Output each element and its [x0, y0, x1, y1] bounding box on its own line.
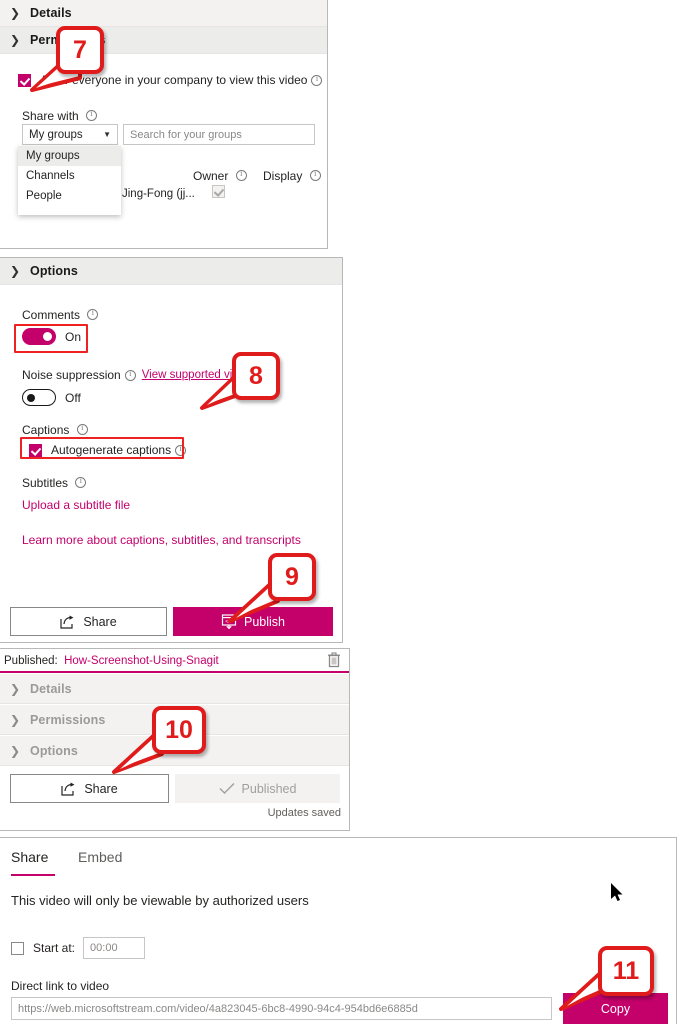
share-with-dropdown-menu[interactable]: My groups Channels People	[18, 146, 121, 215]
start-at-input[interactable]: 00:00	[83, 937, 146, 959]
chevron-right-icon: ❯	[10, 743, 21, 758]
chevron-right-icon: ❯	[10, 6, 21, 20]
info-icon[interactable]	[235, 169, 247, 181]
tab-share[interactable]: Share	[11, 849, 55, 876]
info-icon[interactable]	[124, 369, 136, 381]
search-groups-input[interactable]: Search for your groups	[123, 124, 315, 145]
published-share-button[interactable]: Share	[10, 774, 169, 803]
info-icon[interactable]	[311, 74, 323, 86]
callout-10: 10	[152, 706, 206, 754]
chevron-right-icon: ❯	[10, 712, 21, 727]
callout-7-number: 7	[73, 35, 87, 64]
callout-9-number: 9	[285, 562, 299, 591]
comments-toggle-highlight	[14, 324, 88, 353]
table-row-name: Jing-Fong (jj...	[122, 188, 195, 200]
info-icon[interactable]	[309, 169, 321, 181]
learn-more-link[interactable]: Learn more about captions, subtitles, an…	[22, 533, 301, 547]
captions-label-row: Captions	[22, 423, 88, 437]
callout-7: 7	[56, 26, 104, 74]
share-button-label: Share	[84, 781, 118, 796]
subtitles-label-row: Subtitles	[22, 476, 87, 490]
info-icon[interactable]	[87, 308, 99, 320]
share-notice: This video will only be viewable by auth…	[11, 893, 309, 908]
info-icon[interactable]	[75, 476, 87, 488]
options-section-header[interactable]: ❯ Options	[0, 258, 342, 285]
share-with-dropdown-value: My groups	[29, 128, 83, 141]
published-accent-bar	[0, 671, 349, 673]
updates-saved-status: Updates saved	[267, 807, 341, 819]
callout-9: 9	[268, 553, 316, 601]
permissions-panel: ❯ Details ❯ Permissions Allow everyone i…	[0, 0, 328, 249]
noise-state: Off	[65, 390, 81, 405]
chevron-down-icon: ❯	[10, 33, 21, 47]
share-button-label: Share	[83, 614, 117, 629]
options-label: Options	[30, 743, 78, 758]
noise-suppression-label: Noise suppression	[22, 368, 121, 382]
callout-8-number: 8	[249, 361, 263, 390]
mouse-cursor	[611, 883, 623, 901]
start-at-checkbox[interactable]	[11, 941, 24, 955]
delete-icon[interactable]	[327, 652, 341, 668]
dropdown-option-my-groups[interactable]: My groups	[18, 146, 121, 166]
share-icon	[60, 615, 74, 629]
start-at-label: Start at:	[33, 941, 76, 955]
details-section-header[interactable]: ❯ Details	[0, 0, 327, 27]
captions-highlight	[20, 437, 184, 459]
table-row	[212, 185, 225, 199]
subtitles-label: Subtitles	[22, 476, 69, 490]
check-icon	[219, 783, 235, 794]
options-label: Options	[30, 264, 78, 278]
display-column-header: Display	[263, 169, 321, 183]
chevron-right-icon: ❯	[10, 681, 21, 696]
share-icon	[61, 782, 75, 796]
display-label: Display	[263, 169, 303, 183]
share-button[interactable]: Share	[10, 607, 167, 636]
tab-active-underline	[11, 874, 55, 876]
published-details-header[interactable]: ❯ Details	[0, 674, 349, 704]
captions-label: Captions	[22, 423, 70, 437]
direct-link-label: Direct link to video	[11, 979, 110, 993]
tab-share-label: Share	[11, 849, 49, 865]
comments-label: Comments	[22, 308, 81, 322]
comments-label-row: Comments	[22, 308, 99, 322]
owner-column-header: Owner	[193, 169, 247, 183]
upload-subtitle-link[interactable]: Upload a subtitle file	[22, 498, 130, 512]
info-icon[interactable]	[76, 423, 88, 435]
callout-11: 11	[598, 946, 654, 996]
callout-10-number: 10	[165, 715, 193, 744]
published-state-button: Published	[175, 774, 340, 803]
share-with-row: Share with	[22, 109, 98, 123]
share-with-dropdown[interactable]: My groups ▼	[22, 124, 118, 145]
noise-toggle-row[interactable]: Off	[22, 389, 81, 406]
direct-link-input[interactable]: https://web.microsoftstream.com/video/4a…	[11, 997, 552, 1020]
owner-checkbox	[212, 185, 225, 198]
published-prefix: Published:	[4, 655, 58, 667]
callout-11-number: 11	[612, 956, 640, 985]
chevron-down-icon: ▼	[103, 130, 111, 139]
noise-suppression-toggle[interactable]	[22, 389, 56, 406]
details-label: Details	[30, 6, 72, 20]
published-title-bar: Published: How-Screenshot-Using-Snagit	[0, 649, 349, 671]
published-video-name: How-Screenshot-Using-Snagit	[64, 655, 219, 667]
details-label: Details	[30, 681, 72, 696]
dropdown-option-people[interactable]: People	[18, 186, 121, 206]
callout-8: 8	[232, 352, 280, 400]
chevron-down-icon: ❯	[10, 264, 21, 278]
permissions-label: Permissions	[30, 712, 106, 727]
share-with-label: Share with	[22, 109, 79, 123]
dropdown-option-channels[interactable]: Channels	[18, 166, 121, 186]
start-at-row[interactable]: Start at: 00:00	[11, 937, 146, 959]
owner-label: Owner	[193, 169, 229, 183]
info-icon[interactable]	[86, 109, 98, 121]
tab-embed[interactable]: Embed	[78, 849, 122, 865]
published-button-label: Published	[241, 781, 297, 796]
